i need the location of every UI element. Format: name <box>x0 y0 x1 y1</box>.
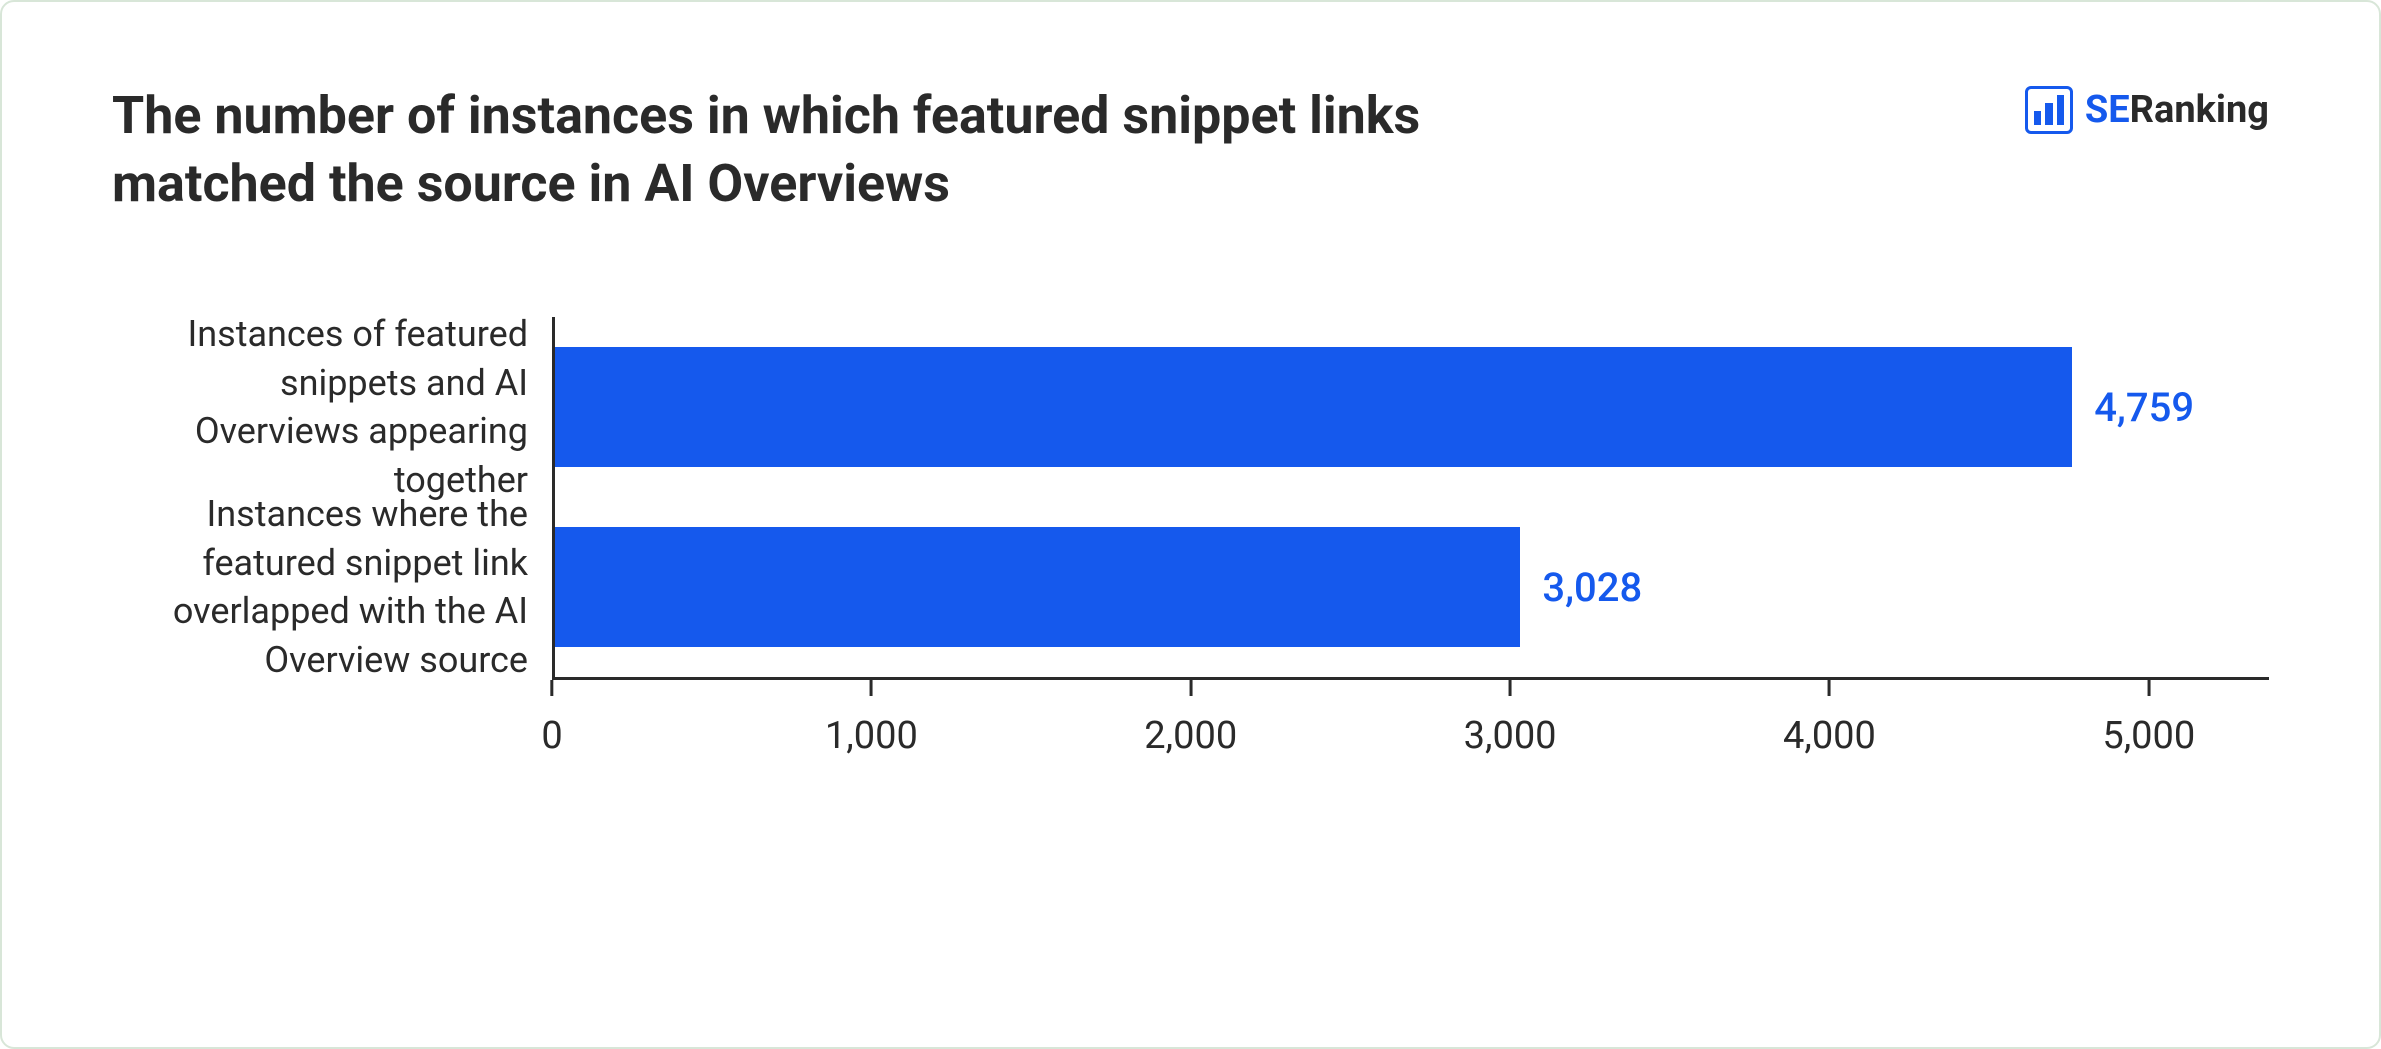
bar-value-label: 4,759 <box>2094 384 2194 431</box>
plot-inner: 4,759 3,028 <box>552 317 2269 677</box>
bar-row: 3,028 <box>555 497 2269 677</box>
category-label: Instances of featured snippets and AI Ov… <box>112 317 552 497</box>
x-tick: 3,000 <box>1464 680 1557 758</box>
tick-label: 4,000 <box>1783 714 1876 758</box>
plot: 4,7593,028 01,0002,0003,0004,0005,000 <box>552 317 2269 757</box>
bar-chart-icon <box>2025 86 2073 134</box>
tick-label: 0 <box>541 714 562 758</box>
tick-label: 1,000 <box>825 714 918 758</box>
tick-mark <box>1828 680 1831 696</box>
tick-label: 5,000 <box>2102 714 2195 758</box>
bar-value-label: 3,028 <box>1542 564 1642 611</box>
chart-area: Instances of featured snippets and AI Ov… <box>112 317 2269 757</box>
bar <box>555 527 1520 647</box>
tick-mark <box>1509 680 1512 696</box>
bar <box>555 347 2072 467</box>
brand-ranking: Ranking <box>2130 88 2269 132</box>
category-label: Instances where the featured snippet lin… <box>112 497 552 677</box>
tick-mark <box>870 680 873 696</box>
x-tick: 5,000 <box>2102 680 2195 758</box>
tick-label: 3,000 <box>1464 714 1557 758</box>
chart-frame: The number of instances in which feature… <box>0 0 2381 1049</box>
x-tick: 0 <box>541 680 562 758</box>
brand-name: SERanking <box>2085 88 2269 132</box>
tick-label: 2,000 <box>1144 714 1237 758</box>
brand-logo: SERanking <box>2025 86 2269 134</box>
x-tick: 2,000 <box>1144 680 1237 758</box>
header: The number of instances in which feature… <box>112 82 2269 217</box>
tick-mark <box>2147 680 2150 696</box>
chart-title: The number of instances in which feature… <box>112 82 1612 217</box>
tick-mark <box>1189 680 1192 696</box>
x-tick: 1,000 <box>825 680 918 758</box>
x-axis: 01,0002,0003,0004,0005,000 <box>552 677 2269 757</box>
x-tick: 4,000 <box>1783 680 1876 758</box>
y-axis-labels: Instances of featured snippets and AI Ov… <box>112 317 552 757</box>
bar-row: 4,759 <box>555 317 2269 497</box>
brand-se: SE <box>2085 88 2130 132</box>
tick-mark <box>550 680 553 696</box>
